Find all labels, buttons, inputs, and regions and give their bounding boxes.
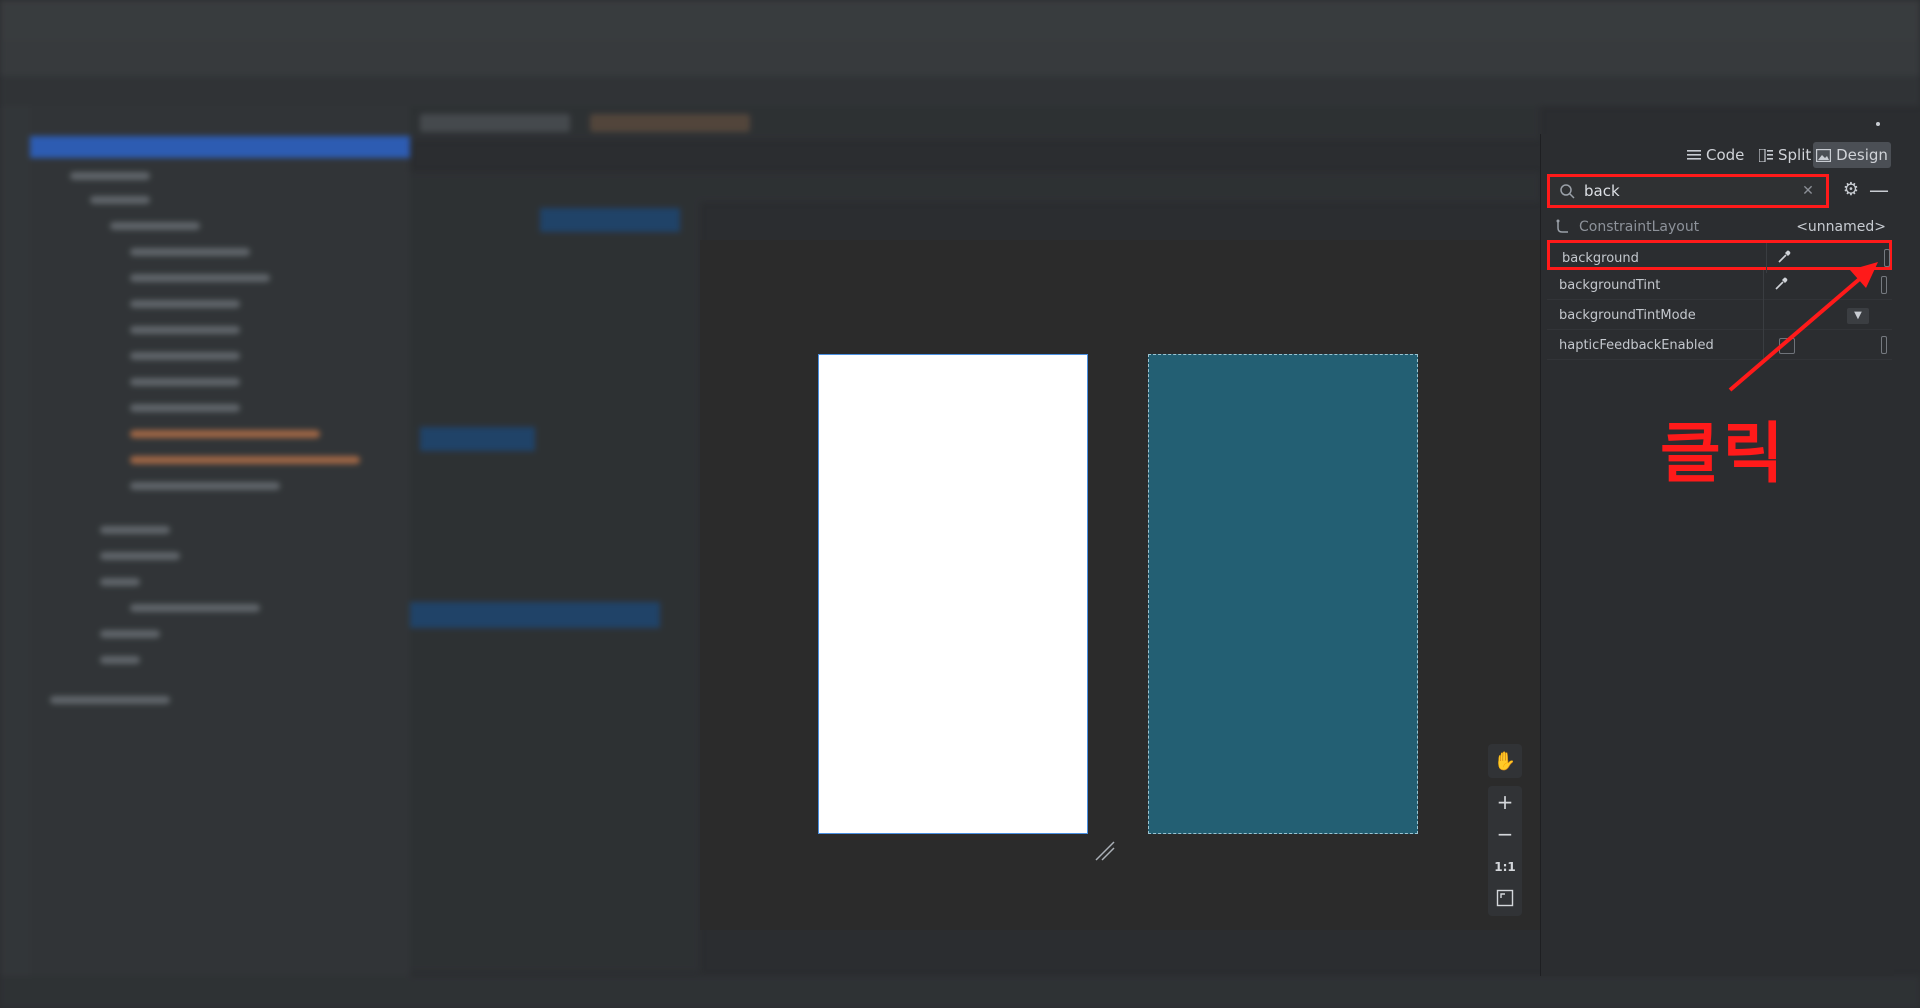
zoom-fit-icon xyxy=(1496,889,1514,907)
attribute-name: background xyxy=(1562,251,1639,266)
ide-window: ✋ + − 1:1 Code Split Design back ✕ ⚙ — C… xyxy=(0,0,1920,1008)
gear-icon[interactable]: ⚙ xyxy=(1841,180,1861,200)
tree-row xyxy=(50,696,170,704)
view-mode-toggle: Code Split Design xyxy=(1541,134,1894,174)
component-tree-selection xyxy=(410,602,660,628)
tree-row xyxy=(100,526,170,534)
tree-row xyxy=(130,430,320,438)
tree-row xyxy=(100,552,180,560)
tree-row xyxy=(110,222,200,230)
constraint-layout-icon xyxy=(1556,219,1568,233)
attribute-search-box[interactable]: ✕ xyxy=(1547,174,1829,208)
blueprint-preview-screen[interactable] xyxy=(1148,354,1418,834)
split-view-icon xyxy=(1759,148,1773,162)
tree-row xyxy=(130,404,240,412)
minimize-icon[interactable]: — xyxy=(1869,180,1889,200)
tree-row xyxy=(90,196,150,204)
editor-tabs xyxy=(410,106,1540,140)
design-view-label: Design xyxy=(1836,146,1888,164)
code-view-label: Code xyxy=(1706,146,1745,164)
tree-row xyxy=(130,482,280,490)
main-toolbar xyxy=(0,40,1920,76)
attribute-name: backgroundTint xyxy=(1559,278,1661,293)
editor-tab xyxy=(590,114,750,132)
pan-hand-icon[interactable]: ✋ xyxy=(1488,744,1522,778)
tree-row xyxy=(130,326,240,334)
editor-tab xyxy=(420,114,570,132)
status-bar xyxy=(0,976,1920,1008)
split-view-label: Split xyxy=(1778,146,1812,164)
code-view-button[interactable]: Code xyxy=(1687,142,1744,168)
attribute-name: hapticFeedbackEnabled xyxy=(1559,338,1714,353)
actual-size-button[interactable]: 1:1 xyxy=(1488,857,1522,877)
split-view-button[interactable]: Split xyxy=(1759,142,1811,168)
search-icon xyxy=(1560,184,1575,199)
attribute-search-input[interactable] xyxy=(1578,181,1798,201)
panel-options-dot xyxy=(1876,122,1880,126)
annotation-arrow-icon xyxy=(1728,262,1878,392)
title-bar xyxy=(0,0,1920,40)
attribute-name: backgroundTintMode xyxy=(1559,308,1696,323)
tree-row xyxy=(130,604,260,612)
tree-row xyxy=(130,300,240,308)
palette-panel xyxy=(410,172,700,972)
tool-window-strip xyxy=(0,106,30,976)
project-panel xyxy=(30,106,410,976)
close-icon[interactable]: ✕ xyxy=(1798,183,1818,199)
palette-category-selection xyxy=(420,427,535,451)
resize-handle-icon[interactable] xyxy=(1092,838,1116,862)
palette-selection xyxy=(540,208,680,232)
zoom-controls: + − 1:1 xyxy=(1488,786,1522,916)
zoom-in-button[interactable]: + xyxy=(1488,792,1522,812)
tree-row xyxy=(130,456,360,464)
tree-row xyxy=(130,378,240,386)
component-type: ConstraintLayout xyxy=(1579,219,1700,235)
zoom-out-button[interactable]: − xyxy=(1488,824,1522,844)
code-lines-icon xyxy=(1687,150,1701,160)
tree-row xyxy=(130,274,270,282)
image-icon xyxy=(1816,148,1832,162)
component-id: <unnamed> xyxy=(1796,219,1886,235)
tree-row xyxy=(70,172,150,180)
tree-row xyxy=(100,578,140,586)
tree-row xyxy=(100,630,160,638)
tree-row xyxy=(130,352,240,360)
click-annotation-label: 클릭 xyxy=(1660,415,1786,492)
component-header: ConstraintLayout <unnamed> xyxy=(1547,214,1892,240)
design-preview-screen[interactable] xyxy=(818,354,1088,834)
zoom-to-fit-button[interactable] xyxy=(1488,889,1522,910)
project-selected-row xyxy=(30,136,410,158)
tree-row xyxy=(100,656,140,664)
design-view-button[interactable]: Design xyxy=(1813,142,1891,168)
design-toolbar xyxy=(700,172,1540,202)
breadcrumb-bar xyxy=(0,76,1920,106)
attribute-search-row: ✕ ⚙ — xyxy=(1547,174,1894,210)
tree-row xyxy=(130,248,250,256)
